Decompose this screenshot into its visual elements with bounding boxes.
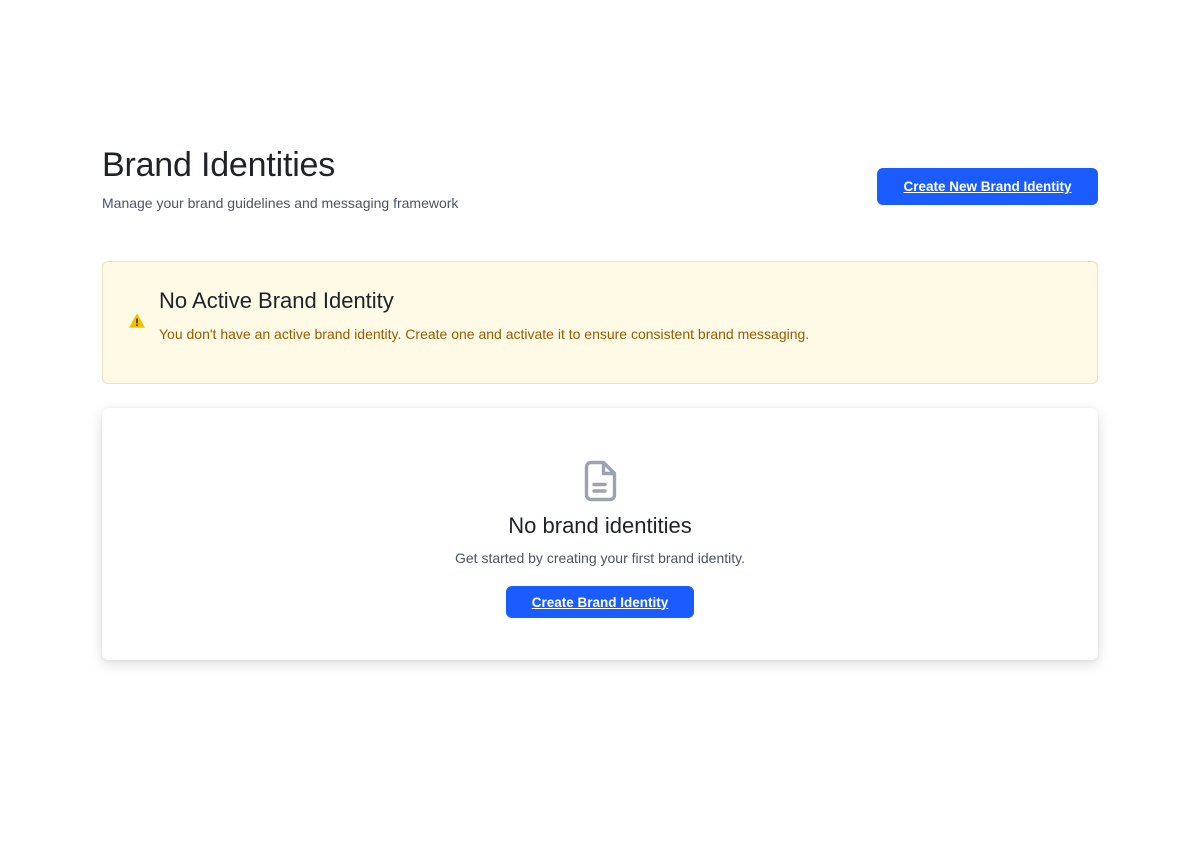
no-active-identity-alert: No Active Brand Identity You don't have …	[102, 261, 1098, 384]
document-icon	[583, 460, 617, 502]
alert-title: No Active Brand Identity	[159, 288, 394, 313]
page-title: Brand Identities	[102, 146, 336, 184]
alert-message: You don't have an active brand identity.…	[159, 326, 810, 342]
empty-state-card: No brand identities Get started by creat…	[102, 408, 1098, 660]
create-brand-identity-button[interactable]: Create Brand Identity	[506, 586, 694, 618]
page-header: Brand Identities Manage your brand guide…	[102, 145, 1098, 225]
empty-state-message: Get started by creating your first brand…	[455, 550, 745, 566]
warning-triangle-icon	[129, 313, 145, 329]
empty-state-title: No brand identities	[508, 513, 692, 538]
page-subtitle: Manage your brand guidelines and messagi…	[102, 195, 459, 211]
create-new-brand-identity-button[interactable]: Create New Brand Identity	[877, 168, 1098, 205]
